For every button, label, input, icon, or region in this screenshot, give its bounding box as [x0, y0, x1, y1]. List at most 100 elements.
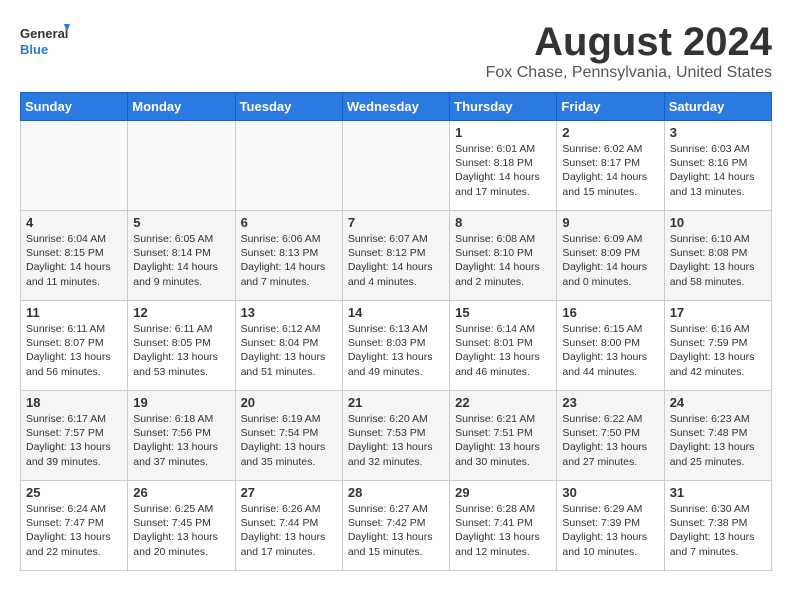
- day-detail: Sunrise: 6:25 AM Sunset: 7:45 PM Dayligh…: [133, 502, 229, 559]
- week-row-4: 18 Sunrise: 6:17 AM Sunset: 7:57 PM Dayli…: [21, 391, 772, 481]
- calendar-header: SundayMondayTuesdayWednesdayThursdayFrid…: [21, 93, 772, 121]
- header-day-monday: Monday: [128, 93, 235, 121]
- day-detail: Sunrise: 6:27 AM Sunset: 7:42 PM Dayligh…: [348, 502, 444, 559]
- week-row-5: 25 Sunrise: 6:24 AM Sunset: 7:47 PM Dayli…: [21, 481, 772, 571]
- day-number: 24: [670, 395, 766, 410]
- day-detail: Sunrise: 6:28 AM Sunset: 7:41 PM Dayligh…: [455, 502, 551, 559]
- day-detail: Sunrise: 6:14 AM Sunset: 8:01 PM Dayligh…: [455, 322, 551, 379]
- day-number: 5: [133, 215, 229, 230]
- calendar-cell: 30Sunrise: 6:29 AM Sunset: 7:39 PM Dayli…: [557, 481, 664, 571]
- main-title: August 2024: [486, 20, 772, 64]
- day-detail: Sunrise: 6:17 AM Sunset: 7:57 PM Dayligh…: [26, 412, 122, 469]
- day-detail: Sunrise: 6:23 AM Sunset: 7:48 PM Dayligh…: [670, 412, 766, 469]
- calendar-cell: 3 Sunrise: 6:03 AM Sunset: 8:16 PM Daylig…: [664, 121, 771, 211]
- calendar-cell: 26Sunrise: 6:25 AM Sunset: 7:45 PM Dayli…: [128, 481, 235, 571]
- calendar-cell: 22Sunrise: 6:21 AM Sunset: 7:51 PM Dayli…: [450, 391, 557, 481]
- day-detail: Sunrise: 6:11 AM Sunset: 8:07 PM Dayligh…: [26, 322, 122, 379]
- calendar-cell: 9 Sunrise: 6:09 AM Sunset: 8:09 PM Daylig…: [557, 211, 664, 301]
- calendar-cell: 20 Sunrise: 6:19 AM Sunset: 7:54 PM Dayli…: [235, 391, 342, 481]
- day-detail: Sunrise: 6:18 AM Sunset: 7:56 PM Dayligh…: [133, 412, 229, 469]
- calendar-cell: 4Sunrise: 6:04 AM Sunset: 8:15 PM Daylig…: [21, 211, 128, 301]
- day-detail: Sunrise: 6:04 AM Sunset: 8:15 PM Dayligh…: [26, 232, 122, 289]
- week-row-3: 11 Sunrise: 6:11 AM Sunset: 8:07 PM Dayli…: [21, 301, 772, 391]
- day-number: 18: [26, 395, 122, 410]
- calendar-table: SundayMondayTuesdayWednesdayThursdayFrid…: [20, 92, 772, 571]
- day-number: 8: [455, 215, 551, 230]
- calendar-cell: 24 Sunrise: 6:23 AM Sunset: 7:48 PM Dayli…: [664, 391, 771, 481]
- calendar-cell: [342, 121, 449, 211]
- calendar-cell: 21 Sunrise: 6:20 AM Sunset: 7:53 PM Dayli…: [342, 391, 449, 481]
- calendar-cell: 25 Sunrise: 6:24 AM Sunset: 7:47 PM Dayli…: [21, 481, 128, 571]
- logo: General Blue: [20, 20, 70, 65]
- header-day-thursday: Thursday: [450, 93, 557, 121]
- day-number: 21: [348, 395, 444, 410]
- day-detail: Sunrise: 6:01 AM Sunset: 8:18 PM Dayligh…: [455, 142, 551, 199]
- day-detail: Sunrise: 6:29 AM Sunset: 7:39 PM Dayligh…: [562, 502, 658, 559]
- day-detail: Sunrise: 6:12 AM Sunset: 8:04 PM Dayligh…: [241, 322, 337, 379]
- day-number: 13: [241, 305, 337, 320]
- day-detail: Sunrise: 6:13 AM Sunset: 8:03 PM Dayligh…: [348, 322, 444, 379]
- day-number: 1: [455, 125, 551, 140]
- calendar-cell: 6 Sunrise: 6:06 AM Sunset: 8:13 PM Daylig…: [235, 211, 342, 301]
- day-number: 3: [670, 125, 766, 140]
- day-number: 16: [562, 305, 658, 320]
- day-number: 19: [133, 395, 229, 410]
- day-detail: Sunrise: 6:06 AM Sunset: 8:13 PM Dayligh…: [241, 232, 337, 289]
- header-row: SundayMondayTuesdayWednesdayThursdayFrid…: [21, 93, 772, 121]
- calendar-cell: 27Sunrise: 6:26 AM Sunset: 7:44 PM Dayli…: [235, 481, 342, 571]
- calendar-cell: 12Sunrise: 6:11 AM Sunset: 8:05 PM Dayli…: [128, 301, 235, 391]
- day-detail: Sunrise: 6:09 AM Sunset: 8:09 PM Dayligh…: [562, 232, 658, 289]
- calendar-cell: 14 Sunrise: 6:13 AM Sunset: 8:03 PM Dayli…: [342, 301, 449, 391]
- day-number: 2: [562, 125, 658, 140]
- day-number: 20: [241, 395, 337, 410]
- day-number: 9: [562, 215, 658, 230]
- logo-svg: General Blue: [20, 20, 70, 65]
- calendar-cell: 7 Sunrise: 6:07 AM Sunset: 8:12 PM Daylig…: [342, 211, 449, 301]
- svg-text:Blue: Blue: [20, 42, 48, 57]
- day-detail: Sunrise: 6:26 AM Sunset: 7:44 PM Dayligh…: [241, 502, 337, 559]
- calendar-cell: 18 Sunrise: 6:17 AM Sunset: 7:57 PM Dayli…: [21, 391, 128, 481]
- calendar-cell: 1 Sunrise: 6:01 AM Sunset: 8:18 PM Daylig…: [450, 121, 557, 211]
- day-detail: Sunrise: 6:07 AM Sunset: 8:12 PM Dayligh…: [348, 232, 444, 289]
- day-number: 17: [670, 305, 766, 320]
- day-detail: Sunrise: 6:24 AM Sunset: 7:47 PM Dayligh…: [26, 502, 122, 559]
- day-number: 31: [670, 485, 766, 500]
- calendar-cell: 29Sunrise: 6:28 AM Sunset: 7:41 PM Dayli…: [450, 481, 557, 571]
- calendar-cell: 28 Sunrise: 6:27 AM Sunset: 7:42 PM Dayli…: [342, 481, 449, 571]
- calendar-cell: [21, 121, 128, 211]
- day-number: 10: [670, 215, 766, 230]
- calendar-cell: 11 Sunrise: 6:11 AM Sunset: 8:07 PM Dayli…: [21, 301, 128, 391]
- calendar-cell: [235, 121, 342, 211]
- calendar-cell: 10Sunrise: 6:10 AM Sunset: 8:08 PM Dayli…: [664, 211, 771, 301]
- day-number: 7: [348, 215, 444, 230]
- day-number: 25: [26, 485, 122, 500]
- day-number: 6: [241, 215, 337, 230]
- day-detail: Sunrise: 6:16 AM Sunset: 7:59 PM Dayligh…: [670, 322, 766, 379]
- day-detail: Sunrise: 6:08 AM Sunset: 8:10 PM Dayligh…: [455, 232, 551, 289]
- svg-text:General: General: [20, 26, 68, 41]
- day-detail: Sunrise: 6:22 AM Sunset: 7:50 PM Dayligh…: [562, 412, 658, 469]
- day-detail: Sunrise: 6:20 AM Sunset: 7:53 PM Dayligh…: [348, 412, 444, 469]
- calendar-cell: [128, 121, 235, 211]
- header-day-sunday: Sunday: [21, 93, 128, 121]
- header-day-friday: Friday: [557, 93, 664, 121]
- day-number: 15: [455, 305, 551, 320]
- day-detail: Sunrise: 6:03 AM Sunset: 8:16 PM Dayligh…: [670, 142, 766, 199]
- day-number: 11: [26, 305, 122, 320]
- calendar-cell: 15 Sunrise: 6:14 AM Sunset: 8:01 PM Dayli…: [450, 301, 557, 391]
- day-number: 28: [348, 485, 444, 500]
- day-number: 14: [348, 305, 444, 320]
- header: General Blue August 2024 Fox Chase, Penn…: [20, 20, 772, 82]
- header-day-tuesday: Tuesday: [235, 93, 342, 121]
- day-detail: Sunrise: 6:30 AM Sunset: 7:38 PM Dayligh…: [670, 502, 766, 559]
- header-day-saturday: Saturday: [664, 93, 771, 121]
- week-row-1: 1 Sunrise: 6:01 AM Sunset: 8:18 PM Daylig…: [21, 121, 772, 211]
- title-block: August 2024 Fox Chase, Pennsylvania, Uni…: [486, 20, 772, 82]
- calendar-cell: 17 Sunrise: 6:16 AM Sunset: 7:59 PM Dayli…: [664, 301, 771, 391]
- day-number: 23: [562, 395, 658, 410]
- calendar-cell: 31 Sunrise: 6:30 AM Sunset: 7:38 PM Dayli…: [664, 481, 771, 571]
- day-detail: Sunrise: 6:05 AM Sunset: 8:14 PM Dayligh…: [133, 232, 229, 289]
- calendar-cell: 19 Sunrise: 6:18 AM Sunset: 7:56 PM Dayli…: [128, 391, 235, 481]
- day-detail: Sunrise: 6:15 AM Sunset: 8:00 PM Dayligh…: [562, 322, 658, 379]
- day-detail: Sunrise: 6:19 AM Sunset: 7:54 PM Dayligh…: [241, 412, 337, 469]
